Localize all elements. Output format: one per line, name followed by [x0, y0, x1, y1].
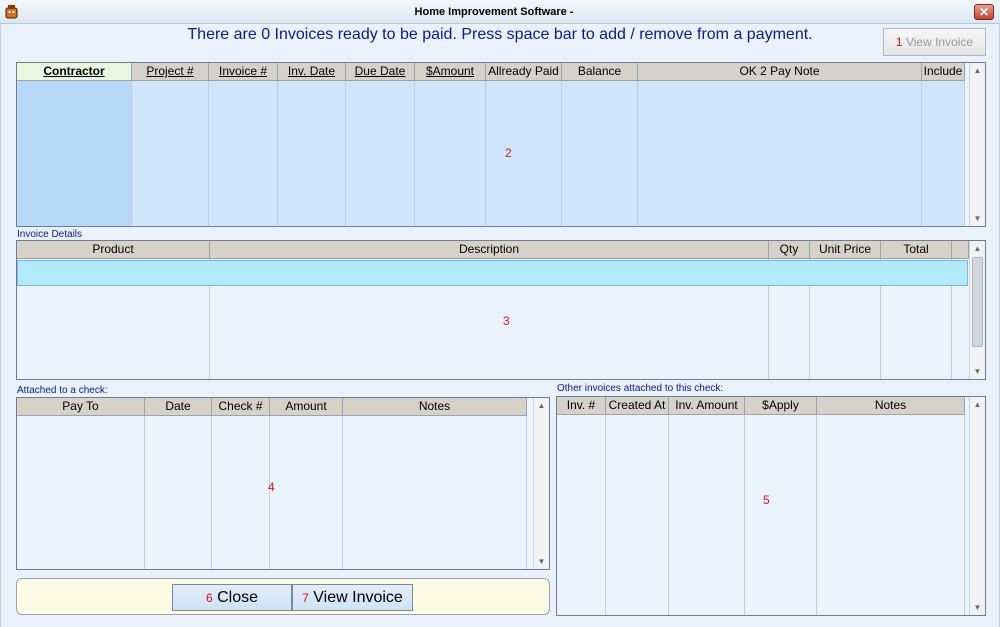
other-invoices-scrollbar[interactable]: ▲ ▼ [969, 397, 985, 615]
close-window-button[interactable]: ✕ [974, 4, 994, 20]
contractor-column-body [17, 81, 132, 226]
col-ok-2-pay-note[interactable]: OK 2 Pay Note [638, 63, 922, 81]
header-spacer [952, 241, 969, 259]
column-body [132, 81, 209, 226]
scroll-down-arrow-icon[interactable]: ▼ [534, 554, 549, 569]
other-invoices-grid[interactable]: Inv. # Created At Inv. Amount $Apply Not… [556, 396, 986, 616]
column-body [922, 81, 965, 226]
region-marker-3: 3 [503, 314, 510, 328]
column-body [562, 81, 638, 226]
scroll-down-arrow-icon[interactable]: ▼ [970, 211, 985, 226]
scroll-up-arrow-icon[interactable]: ▲ [534, 398, 549, 413]
col-invoice[interactable]: Invoice # [209, 63, 278, 81]
other-invoices-label: Other invoices attached to this check: [557, 383, 724, 394]
column-body [145, 416, 212, 569]
region-marker-2: 2 [505, 146, 512, 160]
scroll-thumb[interactable] [972, 257, 983, 347]
column-body [343, 416, 527, 569]
column-body [817, 415, 965, 615]
button-number: 7 [302, 591, 309, 605]
column-body [669, 415, 745, 615]
column-body [486, 81, 562, 226]
col-check-number[interactable]: Check # [212, 398, 270, 416]
col-inv-number[interactable]: Inv. # [557, 397, 606, 415]
column-body [278, 81, 346, 226]
column-body [17, 416, 145, 569]
column-body [212, 416, 270, 569]
button-panel: 6 Close 7 View Invoice [16, 578, 550, 615]
button-label: Close [217, 589, 259, 606]
col-inv-amount[interactable]: Inv. Amount [669, 397, 745, 415]
col-unit-price[interactable]: Unit Price [810, 241, 881, 259]
headline: There are 0 Invoices ready to be paid. P… [187, 26, 813, 43]
col-include[interactable]: Include [922, 63, 965, 81]
column-body [638, 81, 922, 226]
col-contractor[interactable]: Contractor [17, 63, 132, 81]
col-qty[interactable]: Qty [769, 241, 810, 259]
col-inv-date[interactable]: Inv. Date [278, 63, 346, 81]
column-body [745, 415, 817, 615]
attached-check-grid[interactable]: Pay To Date Check # Amount Notes 4 ▲ ▼ [16, 397, 550, 570]
scroll-down-arrow-icon[interactable]: ▼ [970, 364, 985, 379]
column-body [346, 81, 415, 226]
col-created-at[interactable]: Created At [606, 397, 669, 415]
invoice-details-label: Invoice Details [17, 229, 83, 240]
col-amount[interactable]: $Amount [415, 63, 486, 81]
scroll-up-arrow-icon[interactable]: ▲ [970, 241, 985, 256]
column-body [557, 415, 606, 615]
column-body [209, 81, 278, 226]
attached-to-check-label: Attached to a check: [17, 385, 108, 396]
invoices-grid[interactable]: Contractor Project # Invoice # Inv. Date… [16, 62, 986, 227]
column-body [606, 415, 669, 615]
region-marker-4: 4 [268, 480, 275, 494]
view-invoice-button[interactable]: 7 View Invoice [292, 584, 413, 611]
col-due-date[interactable]: Due Date [346, 63, 415, 81]
invoices-scrollbar[interactable]: ▲ ▼ [969, 63, 985, 226]
button-label: View Invoice [313, 589, 403, 606]
col-pay-to[interactable]: Pay To [17, 398, 145, 416]
col-apply[interactable]: $Apply [745, 397, 817, 415]
button-number: 6 [205, 591, 213, 605]
close-button[interactable]: 6 Close [172, 584, 292, 611]
col-balance[interactable]: Balance [562, 63, 638, 81]
invoice-details-grid[interactable]: Product Description Qty Unit Price Total… [16, 240, 986, 380]
scroll-up-arrow-icon[interactable]: ▲ [970, 397, 985, 412]
col-description[interactable]: Description [210, 241, 769, 259]
title-bar: Home Improvement Software - ✕ [0, 0, 1000, 24]
col-notes[interactable]: Notes [817, 397, 965, 415]
view-invoice-top-button[interactable]: 1 View Invoice [883, 28, 986, 56]
region-marker-5: 5 [763, 493, 770, 507]
col-already-paid[interactable]: Allready Paid [486, 63, 562, 81]
details-scrollbar[interactable]: ▲ ▼ [969, 241, 985, 379]
col-date[interactable]: Date [145, 398, 212, 416]
column-body [415, 81, 486, 226]
window-title: Home Improvement Software - [414, 6, 574, 18]
button-number: 1 [895, 35, 903, 49]
selected-row[interactable] [17, 260, 968, 286]
col-amount[interactable]: Amount [270, 398, 343, 416]
scroll-up-arrow-icon[interactable]: ▲ [970, 63, 985, 78]
col-project[interactable]: Project # [132, 63, 209, 81]
col-product[interactable]: Product [17, 241, 210, 259]
col-total[interactable]: Total [881, 241, 952, 259]
button-label: View Invoice [905, 35, 974, 49]
check-scrollbar[interactable]: ▲ ▼ [533, 398, 549, 569]
col-notes[interactable]: Notes [343, 398, 527, 416]
column-body [270, 416, 343, 569]
scroll-down-arrow-icon[interactable]: ▼ [970, 600, 985, 615]
